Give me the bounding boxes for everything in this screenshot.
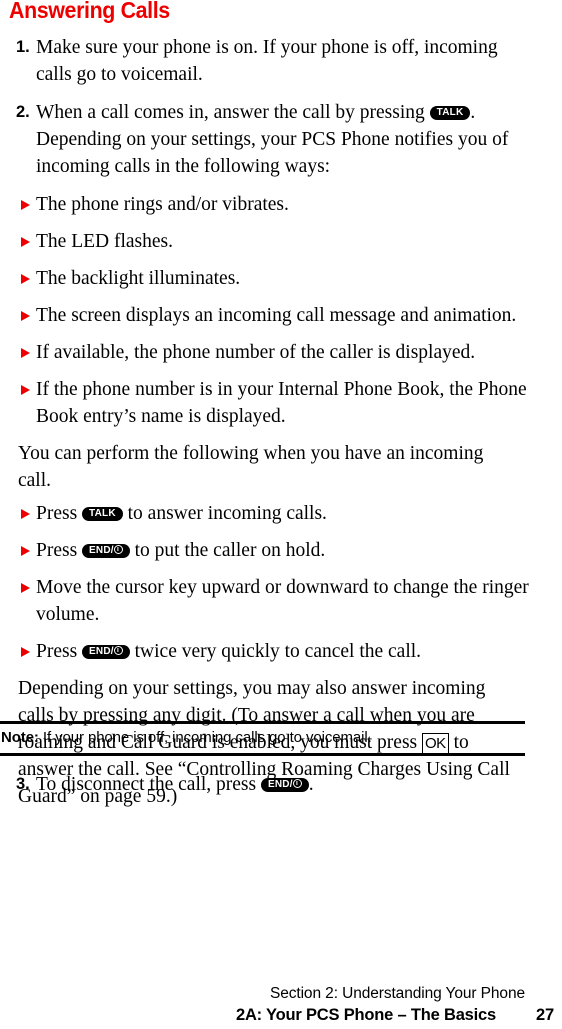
step-number: 3. (16, 775, 30, 793)
triangle-bullet-icon (21, 583, 30, 593)
page-number: 27 (536, 1006, 554, 1024)
triangle-bullet-icon (21, 274, 30, 284)
list-item: If available, the phone number of the ca… (0, 339, 562, 366)
page-content: 1. Make sure your phone is on. If your p… (0, 34, 562, 820)
power-symbol-icon (292, 779, 302, 788)
end-key-label: END/ (89, 545, 114, 556)
list-item-text-before: Press (36, 503, 83, 524)
list-item-text-after: to put the caller on hold. (129, 540, 326, 561)
talk-key-icon: TALK (82, 507, 123, 521)
page-footer: Section 2: Understanding Your Phone 2A: … (0, 984, 562, 1026)
step-item-3-wrapper: 3. To disconnect the call, press END/. (0, 771, 562, 809)
footer-chapter-label: 2A: Your PCS Phone – The Basics (235, 1006, 496, 1024)
list-item: If the phone number is in your Internal … (0, 376, 562, 430)
page-title: Answering Calls (9, 0, 170, 23)
incoming-call-intro: You can perform the following when you h… (18, 443, 484, 491)
power-symbol-icon (113, 545, 123, 554)
triangle-bullet-icon (21, 385, 30, 395)
end-power-key-icon: END/ (82, 645, 130, 659)
end-key-label: END/ (267, 779, 293, 790)
step-item-1: 1. Make sure your phone is on. If your p… (0, 34, 562, 88)
list-item-label: The backlight illuminates. (36, 268, 241, 289)
triangle-bullet-icon (21, 237, 30, 247)
step-number: 1. (16, 38, 30, 56)
list-item-text-after: twice very quickly to cancel the call. (129, 641, 422, 662)
note-text: If your phone is off, incoming calls go … (38, 729, 372, 746)
list-item: The screen displays an incoming call mes… (0, 302, 562, 329)
list-item-text-before: Press (36, 540, 83, 561)
end-power-key-icon: END/ (82, 544, 130, 558)
list-item-text-after: to answer incoming calls. (122, 503, 327, 524)
list-item: The phone rings and/or vibrates. (0, 191, 562, 218)
talk-key-icon: TALK (429, 106, 471, 120)
step-text-before: When a call comes in, answer the call by… (36, 102, 430, 123)
note-body: Note: If your phone is off, incoming cal… (0, 724, 525, 753)
list-item: Press TALK to answer incoming calls. (0, 500, 562, 527)
triangle-bullet-icon (21, 311, 30, 321)
triangle-bullet-icon (21, 200, 30, 210)
list-item-text-before: Press (36, 641, 83, 662)
step-text-after: . (308, 774, 314, 795)
step-text-before: To disconnect the call, press (36, 774, 261, 795)
list-item: Press END/ twice very quickly to cancel … (0, 638, 562, 665)
triangle-bullet-icon (21, 509, 30, 519)
list-item-label: If the phone number is in your Internal … (36, 379, 527, 427)
end-key-label: END/ (89, 646, 114, 657)
step-text: Make sure your phone is on. If your phon… (36, 37, 498, 85)
list-item-label: Move the cursor key upward or downward t… (36, 577, 529, 625)
list-item: Press END/ to put the caller on hold. (0, 537, 562, 564)
step-item-3: 3. To disconnect the call, press END/. (0, 771, 562, 798)
note-callout: Note: If your phone is off, incoming cal… (0, 721, 525, 756)
note-label: Note: (1, 729, 39, 746)
list-item-label: The phone rings and/or vibrates. (36, 194, 289, 215)
power-symbol-icon (113, 646, 123, 655)
list-item-label: The screen displays an incoming call mes… (36, 305, 517, 326)
list-item: The backlight illuminates. (0, 265, 562, 292)
triangle-bullet-icon (21, 647, 30, 657)
triangle-bullet-icon (21, 546, 30, 556)
list-item: Move the cursor key upward or downward t… (0, 574, 562, 628)
footer-section-label: Section 2: Understanding Your Phone (269, 985, 525, 1002)
step-number: 2. (16, 103, 30, 121)
footer-chapter-row: 2A: Your PCS Phone – The Basics 27 (0, 1004, 562, 1026)
list-item-label: The LED flashes. (36, 231, 173, 252)
end-power-key-icon: END/ (260, 778, 309, 792)
list-item-label: If available, the phone number of the ca… (36, 342, 476, 363)
note-bottom-rule (0, 753, 525, 756)
manual-page: Answering Calls 1. Make sure your phone … (0, 0, 562, 1029)
triangle-bullet-icon (21, 348, 30, 358)
step-item-2: 2. When a call comes in, answer the call… (0, 99, 562, 180)
list-item: The LED flashes. (0, 228, 562, 255)
